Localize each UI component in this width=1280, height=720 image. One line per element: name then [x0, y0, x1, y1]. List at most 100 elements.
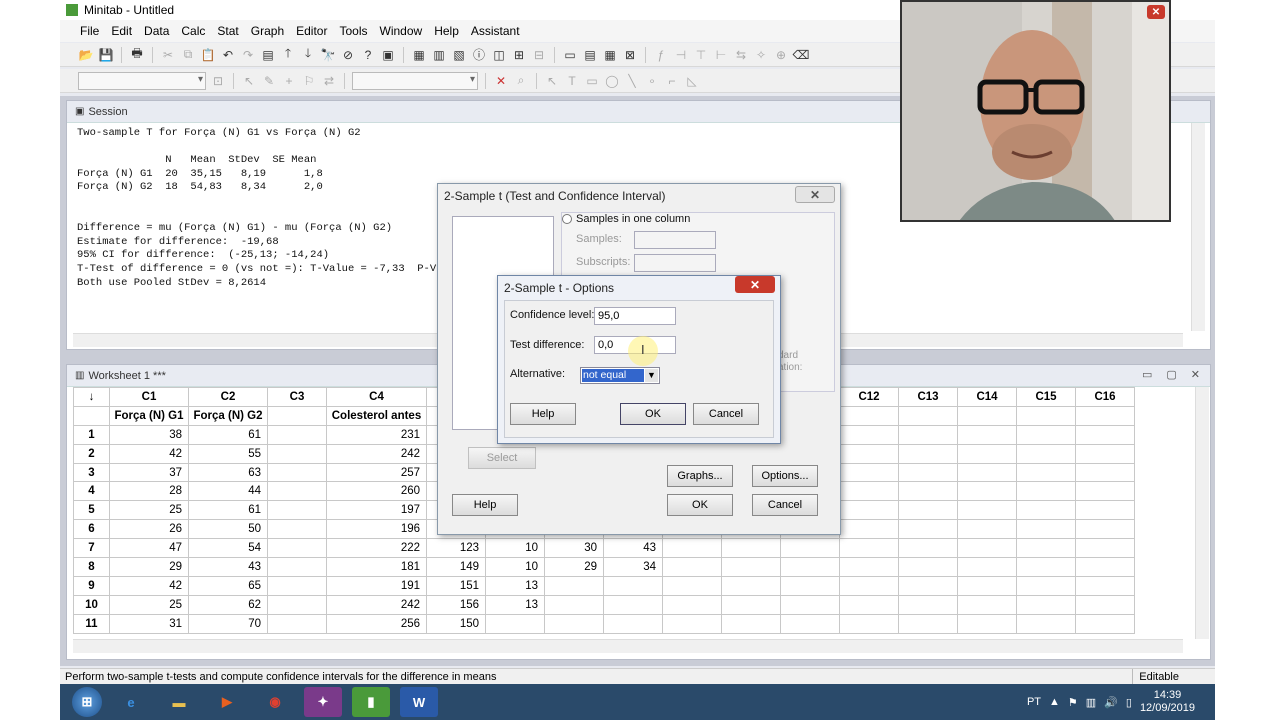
data-cell[interactable] [957, 613, 1017, 634]
chrome-icon[interactable]: ◉ [256, 687, 294, 717]
menu-help[interactable]: Help [428, 24, 465, 38]
data-cell[interactable] [267, 594, 327, 615]
worksheet-selector-combo[interactable] [352, 71, 478, 90]
data-cell[interactable]: 242 [326, 594, 427, 615]
data-cell[interactable]: 61 [188, 424, 268, 445]
options-ok-button[interactable]: OK [620, 403, 686, 425]
data-cell[interactable]: 191 [326, 575, 427, 596]
zoom-icon[interactable]: ⌕ [513, 73, 529, 89]
close-icon[interactable]: ✕ [1191, 368, 1200, 381]
data-cell[interactable]: 50 [188, 519, 268, 540]
data-cell[interactable] [544, 613, 604, 634]
data-cell[interactable] [898, 424, 958, 445]
data-cell[interactable] [1075, 557, 1135, 577]
data-cell[interactable] [1075, 538, 1135, 559]
data-cell[interactable] [839, 538, 899, 559]
eraser-icon[interactable]: ⌫ [793, 47, 810, 63]
move-columns-icon[interactable]: ⇆ [733, 47, 749, 63]
graphs-button[interactable]: Graphs... [667, 465, 733, 487]
graph-brush-icon[interactable]: ⊡ [210, 73, 226, 89]
column-header[interactable]: C1 [109, 387, 189, 407]
data-cell[interactable] [1016, 424, 1076, 445]
flag-icon[interactable]: ⚐ [301, 73, 317, 89]
data-cell[interactable] [957, 462, 1017, 483]
data-cell[interactable]: 123 [426, 538, 486, 559]
data-cell[interactable] [957, 481, 1017, 502]
help-button[interactable]: Help [452, 494, 518, 516]
samples-input[interactable] [634, 231, 716, 249]
data-cell[interactable] [1075, 424, 1135, 445]
data-cell[interactable] [957, 500, 1017, 521]
data-cell[interactable]: 149 [426, 557, 486, 577]
refresh-icon[interactable]: ⇄ [321, 73, 337, 89]
data-cell[interactable]: 42 [109, 575, 189, 596]
polyline-tool-icon[interactable]: ⌐ [664, 73, 680, 89]
data-cell[interactable] [1016, 519, 1076, 540]
data-cell[interactable]: 13 [485, 594, 545, 615]
data-cell[interactable] [721, 538, 781, 559]
data-cell[interactable]: 28 [109, 481, 189, 502]
graphs-folder-icon[interactable]: ▧ [451, 47, 467, 63]
row-number[interactable]: 8 [73, 557, 110, 577]
column-name-cell[interactable]: Força (N) G1 [109, 405, 189, 426]
data-cell[interactable] [267, 557, 327, 577]
start-button-icon[interactable]: ⊞ [72, 687, 102, 717]
show-graphs-icon[interactable]: ▦ [602, 47, 618, 63]
data-cell[interactable] [267, 481, 327, 502]
language-indicator[interactable]: PT [1027, 696, 1041, 708]
data-cell[interactable] [1075, 462, 1135, 483]
column-name-cell[interactable]: Colesterol antes [326, 405, 427, 426]
chevron-down-icon[interactable]: ▼ [645, 369, 658, 382]
file-explorer-icon[interactable]: ▬ [160, 687, 198, 717]
data-cell[interactable] [839, 500, 899, 521]
data-cell[interactable] [267, 575, 327, 596]
data-cell[interactable]: 196 [326, 519, 427, 540]
dialog-close-icon[interactable]: ✕ [795, 186, 835, 203]
data-cell[interactable] [267, 519, 327, 540]
brush-icon[interactable]: ✎ [261, 73, 277, 89]
data-cell[interactable] [780, 538, 840, 559]
data-cell[interactable]: 256 [326, 613, 427, 634]
column-header[interactable]: C14 [957, 387, 1017, 407]
data-cell[interactable] [898, 481, 958, 502]
data-cell[interactable]: 37 [109, 462, 189, 483]
column-header[interactable]: C2 [188, 387, 268, 407]
subscripts-input[interactable] [634, 254, 716, 272]
row-number[interactable]: 9 [73, 575, 110, 596]
data-cell[interactable]: 10 [485, 557, 545, 577]
flag-icon[interactable]: ⚑ [1068, 696, 1078, 709]
insert-rows-icon[interactable]: ⊤ [693, 47, 709, 63]
maximize-icon[interactable]: ▢ [1166, 368, 1176, 381]
data-cell[interactable] [957, 575, 1017, 596]
data-cell[interactable] [1016, 443, 1076, 464]
data-cell[interactable]: 13 [485, 575, 545, 596]
data-cell[interactable] [898, 575, 958, 596]
data-cell[interactable] [721, 557, 781, 577]
data-cell[interactable] [662, 613, 722, 634]
data-cell[interactable] [1016, 462, 1076, 483]
data-cell[interactable] [1075, 575, 1135, 596]
session-window-icon[interactable]: ▦ [411, 47, 427, 63]
row-number[interactable]: 4 [73, 481, 110, 502]
row-number[interactable]: 2 [73, 443, 110, 464]
data-cell[interactable] [1016, 594, 1076, 615]
text-tool-icon[interactable]: T [564, 73, 580, 89]
data-cell[interactable]: 222 [326, 538, 427, 559]
row-number[interactable]: 1 [73, 424, 110, 445]
graph-selector-combo[interactable] [78, 71, 206, 90]
data-cell[interactable]: 231 [326, 424, 427, 445]
worksheet-icon[interactable]: ▥ [431, 47, 447, 63]
data-cell[interactable]: 34 [603, 557, 663, 577]
data-cell[interactable]: 44 [188, 481, 268, 502]
data-cell[interactable] [1016, 575, 1076, 596]
data-cell[interactable]: 151 [426, 575, 486, 596]
data-cell[interactable] [603, 594, 663, 615]
data-cell[interactable]: 25 [109, 594, 189, 615]
data-cell[interactable] [839, 481, 899, 502]
cancel-icon[interactable]: ⊘ [340, 47, 356, 63]
data-cell[interactable]: 62 [188, 594, 268, 615]
magic-wand-icon[interactable]: ✧ [753, 47, 769, 63]
data-cell[interactable] [898, 500, 958, 521]
data-cell[interactable] [662, 538, 722, 559]
row-number[interactable]: 3 [73, 462, 110, 483]
